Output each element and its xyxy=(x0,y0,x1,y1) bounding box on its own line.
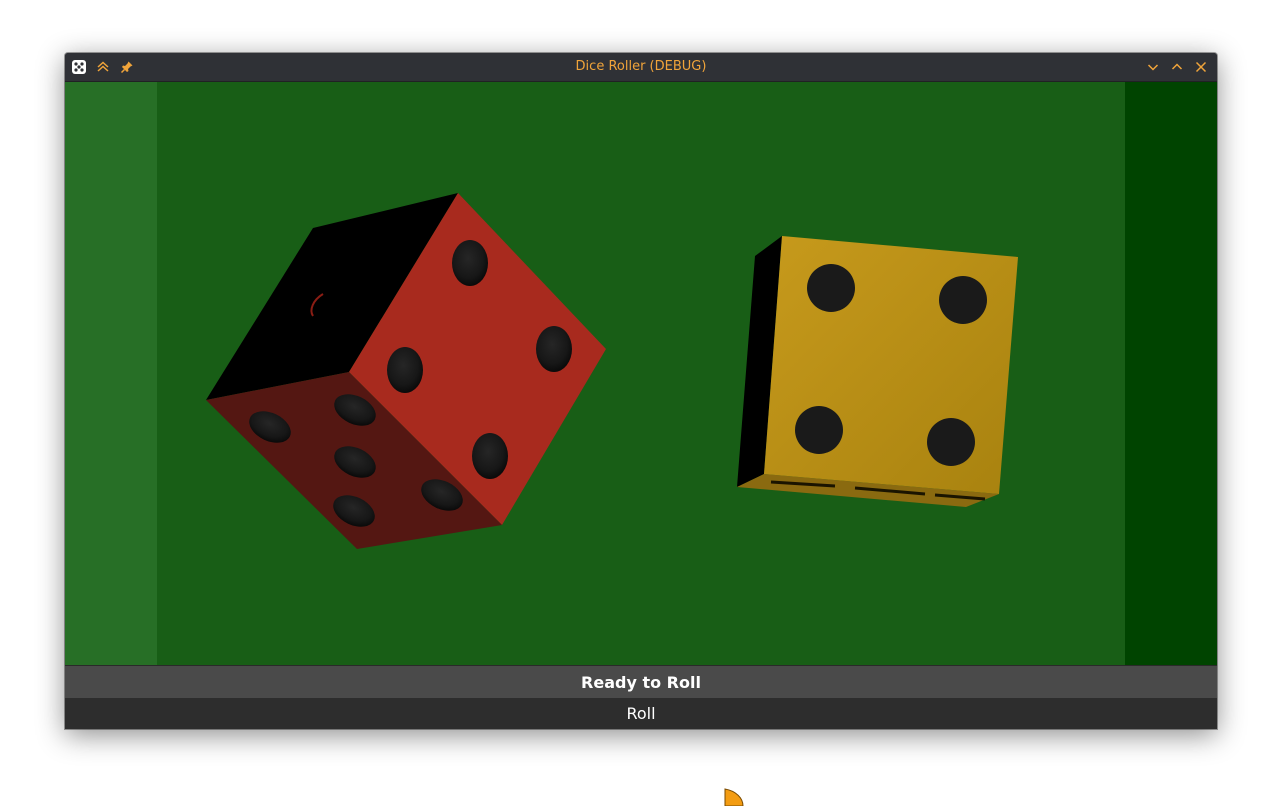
yellow-die xyxy=(737,236,1018,507)
pip xyxy=(452,240,488,286)
table-left-wall xyxy=(65,82,157,665)
window-title: Dice Roller (DEBUG) xyxy=(575,59,707,74)
pip xyxy=(536,326,572,372)
mouse-cursor-icon xyxy=(724,788,746,811)
minimize-icon[interactable] xyxy=(1143,57,1163,77)
pip xyxy=(795,406,843,454)
roll-button[interactable]: Roll xyxy=(65,698,1217,729)
dice-viewport xyxy=(65,82,1217,665)
maximize-icon[interactable] xyxy=(1167,57,1187,77)
app-window: Dice Roller (DEBUG) Ready to Roll Roll xyxy=(65,53,1217,729)
title-bar[interactable]: Dice Roller (DEBUG) xyxy=(65,53,1217,82)
status-label: Ready to Roll xyxy=(65,665,1217,699)
pip xyxy=(927,418,975,466)
yellow-die-front-face xyxy=(764,236,1018,494)
close-icon[interactable] xyxy=(1191,57,1211,77)
pip xyxy=(939,276,987,324)
pip xyxy=(472,433,508,479)
table-right-wall xyxy=(1125,82,1217,665)
pip xyxy=(807,264,855,312)
pip xyxy=(387,347,423,393)
